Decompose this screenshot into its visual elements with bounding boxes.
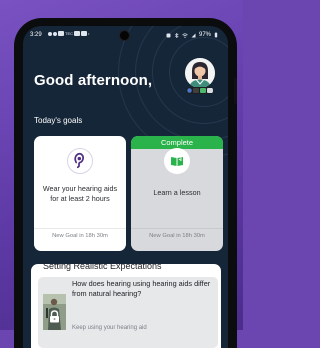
notification-icon xyxy=(53,31,57,36)
badge-segment xyxy=(200,88,206,93)
goal-text: Learn a lesson xyxy=(153,188,201,197)
badge-segment xyxy=(207,88,213,93)
phone-frame: 3:29 TEC • 97% Good afternoon, Today's g… xyxy=(14,18,237,348)
article-description: Keep using your hearing aid xyxy=(72,325,147,331)
lock-icon xyxy=(50,310,59,323)
badge-segment xyxy=(193,88,199,93)
greeting-title: Good afternoon, xyxy=(34,72,153,89)
avatar-icon xyxy=(185,58,215,88)
globe-badge-icon xyxy=(187,88,192,93)
profile-badges xyxy=(186,87,213,94)
goal-text: Wear your hearing aids for at least 2 ho… xyxy=(42,184,118,203)
book-icon xyxy=(171,157,183,166)
battery-icon xyxy=(214,32,218,38)
goal-timer: New Goal in 18h 30m xyxy=(52,233,108,239)
todays-goals-heading: Today's goals xyxy=(34,116,83,125)
notification-icon xyxy=(74,31,80,36)
notification-text: TEC xyxy=(65,31,73,36)
wifi-icon xyxy=(182,32,188,38)
bluetooth-icon xyxy=(174,32,179,38)
app-screen: 3:29 TEC • 97% Good afternoon, Today's g… xyxy=(23,26,228,348)
volume-button xyxy=(234,78,237,104)
system-icons: 97% xyxy=(166,32,218,38)
goal-icon-badge xyxy=(67,148,93,174)
article-thumbnail xyxy=(43,294,66,330)
hearing-aid-icon xyxy=(74,152,84,169)
battery-percent: 97% xyxy=(198,32,211,38)
notification-icon xyxy=(58,31,64,36)
status-bar: 3:29 TEC • 97% xyxy=(23,26,228,46)
notification-icon xyxy=(81,31,87,36)
alarm-icon xyxy=(166,33,171,37)
goal-card-wear-hearing-aids[interactable]: Wear your hearing aids for at least 2 ho… xyxy=(34,136,126,251)
notification-icon xyxy=(48,31,52,36)
article-card[interactable]: How does hearing using hearing aids diff… xyxy=(38,277,218,348)
status-time: 3:29 xyxy=(30,32,42,38)
notification-icons: TEC • xyxy=(48,31,89,36)
card-divider xyxy=(34,228,126,229)
card-divider xyxy=(131,228,223,229)
article-title: How does hearing using hearing aids diff… xyxy=(72,279,211,298)
expectations-heading: Setting Realistic Expectations xyxy=(43,261,162,271)
signal-icon xyxy=(191,33,196,37)
goal-card-learn-lesson[interactable]: Complete Learn a lesson New Goal in 18h … xyxy=(131,136,223,251)
profile-avatar[interactable] xyxy=(185,58,215,88)
front-camera xyxy=(119,30,130,41)
goal-icon-badge xyxy=(164,148,190,174)
more-dot-icon: • xyxy=(88,31,90,36)
goal-timer: New Goal in 18h 30m xyxy=(149,233,205,239)
